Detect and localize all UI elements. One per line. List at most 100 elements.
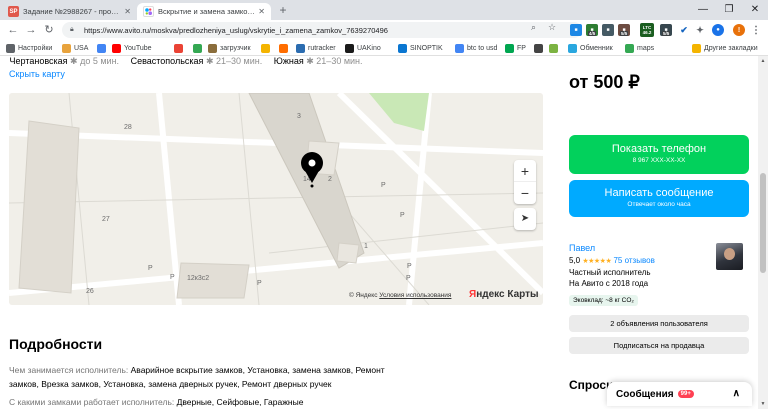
bookmarks-bar: Настройки USA YouTube загрузчик rutracker UAK… (0, 40, 768, 56)
bookmark-item[interactable] (193, 42, 205, 54)
close-tab-icon[interactable]: ✕ (258, 7, 265, 16)
scroll-down-icon[interactable]: ▼ (758, 399, 768, 409)
other-bookmarks-label: Другие закладки (704, 44, 758, 52)
map-footer: © Яндекс Условия использования (349, 292, 451, 299)
map-parking-label: P (381, 182, 386, 189)
locate-button[interactable]: ➤ (514, 208, 536, 230)
extension-badge: 5/5 (662, 31, 671, 36)
map-parking-label: P (407, 263, 412, 270)
rating-stars-icon: ★★★★★ (582, 258, 612, 265)
tab-title: Вскрытие и замена замков (7639... (158, 7, 255, 16)
bookmark-item[interactable]: btc to usd (455, 42, 497, 54)
map-terms-link[interactable]: Условия использования (379, 292, 451, 299)
bookmark-item[interactable] (97, 42, 109, 54)
bookmark-item[interactable]: rutracker (296, 42, 336, 54)
tab-avito[interactable]: Вскрытие и замена замков (7639... ✕ (137, 3, 271, 20)
detail-value: Дверные, Сейфовые, Гаражные (176, 397, 304, 407)
bookmark-label: SINOPTIK (410, 44, 443, 52)
map[interactable]: 28 27 26 3 2 1 14 12к3с2 P P P P P P P +… (9, 93, 543, 305)
profile-avatar[interactable]: ● (712, 24, 724, 36)
map-house-label: 27 (102, 216, 110, 223)
extension-icon[interactable]: ■ (602, 24, 614, 36)
bookmark-favicon-icon (261, 43, 270, 53)
bookmark-item[interactable]: UAKino (345, 42, 381, 54)
messages-badge: 99+ (677, 390, 694, 398)
bookmark-favicon-icon (455, 43, 464, 53)
bookmark-star-icon[interactable]: ☆ (548, 22, 556, 33)
hide-map-link[interactable]: Скрыть карту (9, 69, 65, 79)
tab-task[interactable]: SP Задание №2988267 - просмотр з ✕ (2, 3, 137, 20)
zoom-out-button[interactable]: − (514, 182, 536, 204)
extension-icon[interactable]: ■ 5/5 (618, 24, 630, 36)
back-icon[interactable]: ← (6, 23, 20, 37)
maximize-icon[interactable]: ❐ (716, 0, 742, 20)
shield-icon[interactable]: ✔ (678, 24, 690, 36)
bookmark-item[interactable]: загрузчик (208, 42, 251, 54)
extension-badge: 4/5 (588, 31, 597, 36)
seller-type: Частный исполнитель (569, 268, 651, 277)
show-phone-button[interactable]: Показать телефон 8 967 XXX-XX-XX (569, 135, 749, 174)
bookmark-favicon-icon (296, 43, 305, 53)
bookmark-item[interactable] (549, 42, 561, 54)
bookmark-item[interactable]: SINOPTIK (398, 42, 443, 54)
minimize-icon[interactable]: — (690, 0, 716, 20)
update-icon[interactable]: ! (733, 24, 745, 36)
bookmark-label: загрузчик (220, 44, 251, 52)
bookmark-item[interactable]: maps (625, 42, 654, 54)
extension-icon[interactable]: ■ 4/5 (586, 24, 598, 36)
seller-avatar[interactable] (716, 243, 743, 270)
bookmark-item[interactable]: Настройки (6, 42, 52, 54)
extension-icon[interactable]: ■ 5/5 (660, 24, 672, 36)
subscribe-button[interactable]: Подписаться на продавца (569, 337, 749, 354)
reviews-link[interactable]: 75 отзывов (613, 256, 654, 265)
other-bookmarks[interactable]: Другие закладки (692, 42, 758, 54)
forward-icon[interactable]: → (24, 23, 38, 37)
detail-label: С какими замками работает исполнитель: (9, 397, 175, 407)
details-title: Подробности (9, 336, 103, 352)
zoom-in-button[interactable]: + (514, 160, 536, 182)
bookmark-item[interactable]: USA (62, 42, 88, 54)
bookmark-item[interactable]: YouTube (112, 42, 152, 54)
translate-icon[interactable]: ⌕ (531, 22, 536, 33)
bookmark-item[interactable] (279, 42, 291, 54)
bookmark-favicon-icon (112, 43, 121, 53)
bookmark-label: Настройки (18, 44, 53, 52)
avito-page: Чертановская ✱ до 5 мин. Севастопольская… (0, 56, 768, 409)
scroll-up-icon[interactable]: ▲ (758, 56, 768, 66)
write-message-button[interactable]: Написать сообщение Отвечает около часа (569, 180, 749, 217)
avito-favicon-icon (143, 6, 154, 17)
extension-icon[interactable]: ■ (570, 24, 582, 36)
yandex-maps-logo[interactable]: Яндекс Карты (469, 289, 539, 300)
bookmark-item[interactable] (261, 42, 273, 54)
close-tab-icon[interactable]: ✕ (124, 7, 131, 16)
tab-title: Задание №2988267 - просмотр з (23, 7, 121, 16)
metro-station: Севастопольская ✱ 21–30 мин. (131, 56, 263, 66)
reload-icon[interactable]: ↻ (42, 23, 56, 37)
seller-name-link[interactable]: Павел (569, 243, 595, 253)
bookmark-item[interactable]: Обменник (568, 42, 613, 54)
detail-activities-cont: замков, Врезка замков, Установка, замена… (9, 377, 429, 391)
bookmark-item[interactable] (174, 42, 186, 54)
reply-time: Отвечает около часа (627, 201, 691, 208)
chevron-up-icon[interactable]: ∧ (733, 388, 740, 399)
folder-icon (692, 43, 701, 53)
user-ads-button[interactable]: 2 объявления пользователя (569, 315, 749, 332)
new-tab-icon[interactable]: + (276, 3, 290, 17)
map-road (156, 93, 182, 305)
ltc-extension-icon[interactable]: LTC 46.2 (640, 23, 654, 37)
address-bar[interactable]: 🔒︎ https://www.avito.ru/moskva/predlozhe… (62, 22, 582, 38)
puzzle-icon[interactable]: ✦ (694, 24, 706, 36)
eco-badge[interactable]: Эковклад: ~8 кг CO₂ (569, 295, 638, 306)
map-parking-label: P (406, 275, 411, 282)
menu-dots-icon[interactable]: ⋮ (750, 24, 762, 36)
bookmark-item[interactable]: FP (505, 42, 526, 54)
bookmark-favicon-icon (208, 43, 217, 53)
map-parking-label: P (170, 274, 175, 281)
close-window-icon[interactable]: ✕ (742, 0, 768, 20)
map-house-label: 3 (297, 113, 301, 120)
bookmark-item[interactable] (534, 42, 546, 54)
scroll-thumb[interactable] (760, 173, 766, 273)
bookmark-favicon-icon (625, 43, 634, 53)
messages-widget[interactable]: Сообщения 99+ ∧ (607, 382, 752, 406)
page-scrollbar[interactable]: ▲ ▼ (758, 56, 768, 409)
